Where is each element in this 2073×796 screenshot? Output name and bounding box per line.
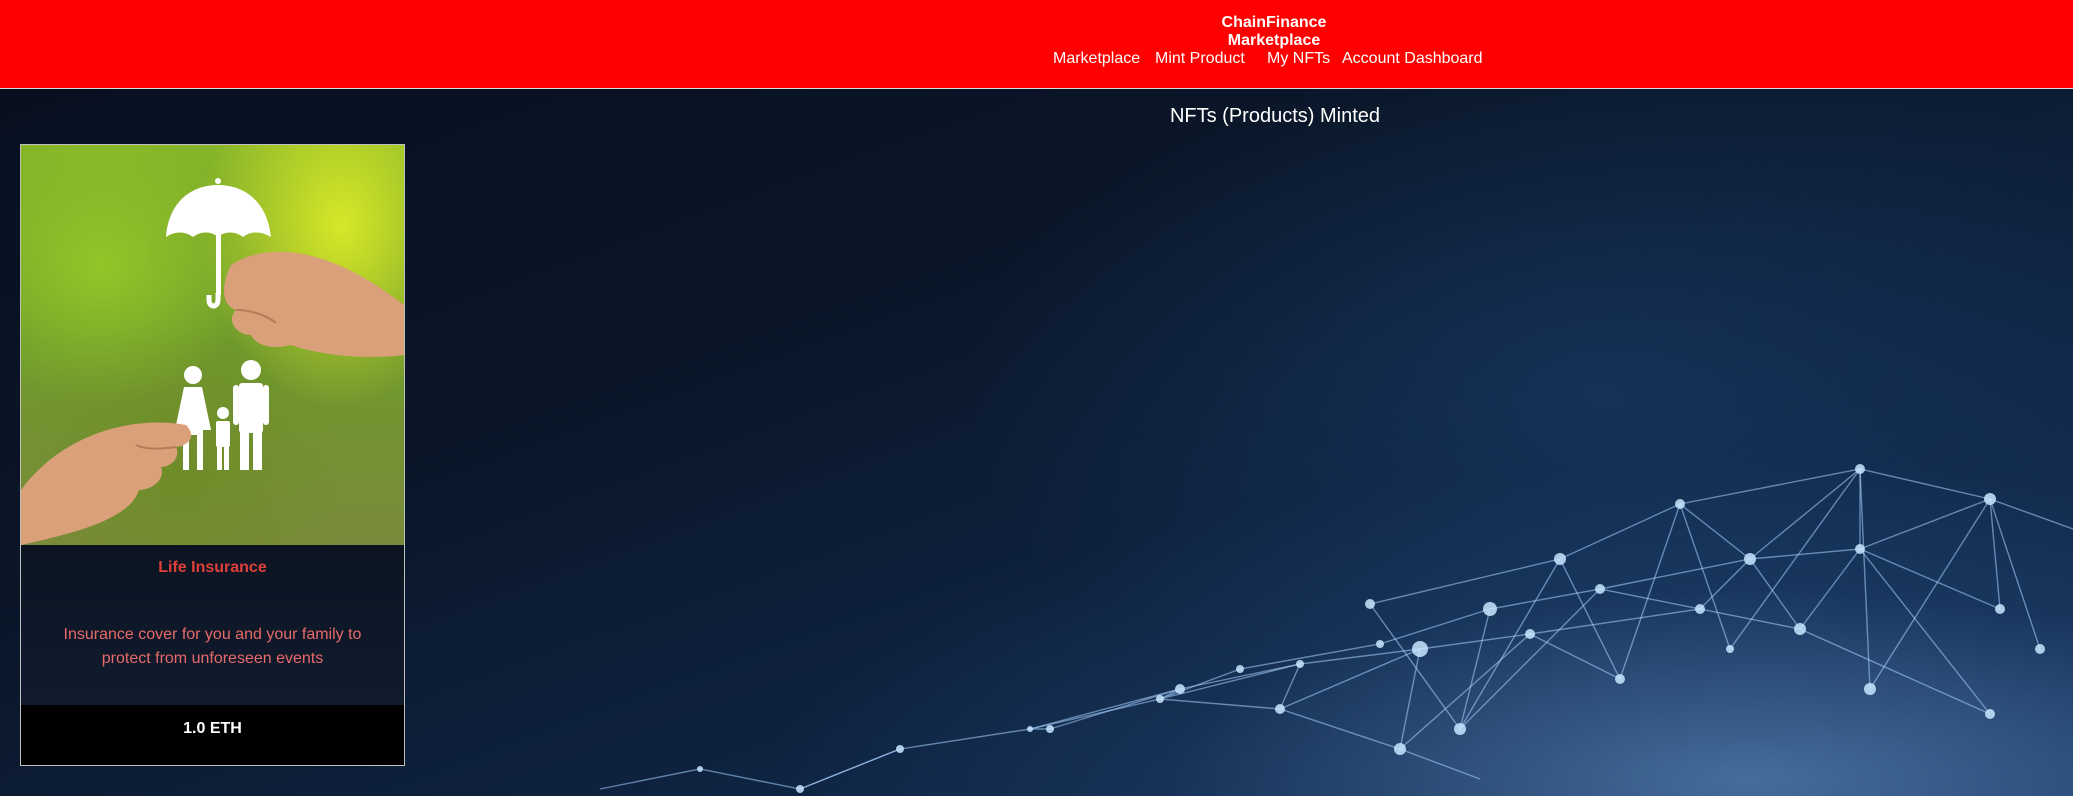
- card-footer: 1.0 ETH: [21, 705, 404, 765]
- product-price: 1.0 ETH: [183, 720, 242, 737]
- nft-card[interactable]: Life Insurance Insurance cover for you a…: [20, 144, 405, 766]
- top-navbar: ChainFinance Marketplace Marketplace Min…: [0, 0, 2073, 89]
- product-image[interactable]: [21, 145, 404, 545]
- page-title: NFTs (Products) Minted: [1169, 105, 1381, 127]
- nav-link-account-dashboard[interactable]: Account Dashboard: [1342, 50, 1483, 68]
- brand-title[interactable]: ChainFinance Marketplace: [1174, 14, 1374, 50]
- umbrella-family-icon: [21, 178, 404, 545]
- card-body: Life Insurance Insurance cover for you a…: [21, 545, 404, 705]
- nav-link-mint-product[interactable]: Mint Product: [1155, 50, 1245, 68]
- product-description: Insurance cover for you and your family …: [63, 626, 362, 667]
- nav-link-my-nfts[interactable]: My NFTs: [1267, 50, 1330, 68]
- nav-link-marketplace[interactable]: Marketplace: [1053, 50, 1140, 68]
- product-title: Life Insurance: [158, 559, 267, 576]
